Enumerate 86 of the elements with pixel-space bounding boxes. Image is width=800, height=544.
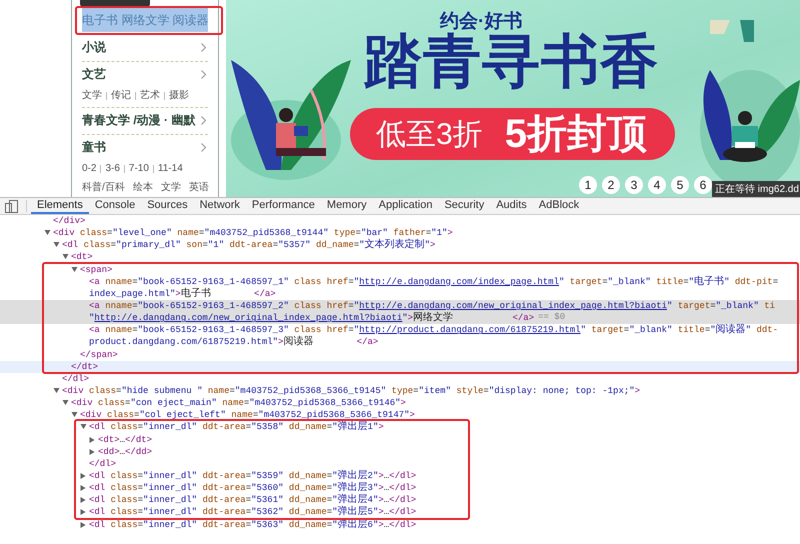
dom-node-line[interactable]: index_page.html">电子书 </a> — [89, 288, 276, 300]
console-reference: == $0 — [538, 311, 566, 324]
dom-node-line[interactable]: <dl class="inner_dl" ddt-area="5360" dd_name="弹出层3">…</dl> — [89, 482, 416, 494]
dom-node-line[interactable]: <dl class="inner_dl" ddt-area="5359" dd_name="弹出层2">…</dl> — [89, 470, 416, 482]
dom-node-line[interactable]: product.dangdang.com/61875219.html">阅读器 </a> — [89, 336, 378, 348]
subcategory-link[interactable]: 绘本 — [132, 180, 153, 195]
dom-node-line[interactable]: <dd>…</dd> — [98, 446, 152, 458]
dom-node-line[interactable]: <dt>…</dt> — [98, 434, 152, 446]
dom-node-line[interactable]: <a nname="book-65152-9163_1-468597_1" class href="http://e.dangdang.com/index_page.html" target="_blank" title="电子书" ddt-pit= — [89, 276, 778, 288]
devtools-tab[interactable]: Security — [438, 198, 490, 214]
devtools-tab[interactable]: Audits — [490, 198, 533, 214]
carousel-page-dot[interactable]: 3 — [625, 176, 643, 194]
hovered-row[interactable]: </dt> — [0, 360, 800, 373]
devtools-tab[interactable]: Memory — [320, 198, 373, 214]
device-toggle-icon[interactable] — [5, 200, 18, 213]
dom-node-line[interactable]: <span> — [80, 264, 112, 276]
subcategory-link[interactable]: 科普/百科 — [82, 180, 125, 195]
dom-node-line[interactable]: <div class="col eject_left" name="m403752_pid5368_5366_t9147"> — [80, 409, 415, 422]
loading-status-tooltip: 正在等待 img62.dd — [712, 181, 800, 197]
dom-node-line[interactable]: <div class="hide submenu " name="m403752_pid5368_5366_t9145" type="item" style="display: none; top: -1px;"> — [62, 385, 640, 398]
collapsed-triangle-icon[interactable] — [80, 509, 87, 516]
dom-closing-tag[interactable]: </dt> — [71, 360, 98, 373]
expanded-triangle-icon[interactable] — [44, 230, 51, 236]
dom-node-line[interactable]: </div> — [53, 215, 86, 228]
dom-closing-tag[interactable]: </span> — [80, 348, 118, 361]
subcategory-link[interactable]: 11-14 — [158, 161, 183, 176]
devtools-tab[interactable]: Network — [194, 198, 246, 214]
subcategory-link[interactable]: 7-10 — [128, 161, 149, 176]
banner-tagline: 约会·好书 — [440, 10, 522, 32]
category-link[interactable]: 童书 — [82, 138, 106, 156]
collapsed-triangle-icon[interactable] — [89, 448, 96, 455]
subcategory-link[interactable]: 传记 — [111, 88, 131, 103]
devtools-tab[interactable]: Sources — [141, 198, 194, 214]
devtools-tab[interactable]: Performance — [246, 198, 321, 214]
carousel-page-dot[interactable]: 2 — [602, 176, 620, 194]
carousel-page-dot[interactable]: 6 — [694, 176, 712, 194]
dom-node-line[interactable]: "http://e.dangdang.com/new_original_index_page.html?biaoti">网络文学 </a> — [89, 312, 534, 324]
promo-banner[interactable]: 约会·好书 踏青寻书香 低至3折 5折封顶 1 2 3 4 5 6 正在等待 img62.dd — [226, 0, 800, 197]
expanded-triangle-icon[interactable] — [53, 242, 60, 248]
subcategory-link[interactable]: 艺术 — [140, 88, 160, 103]
banner-headline: 踏青寻书香 — [364, 29, 659, 96]
dom-node-line[interactable]: <div class="con eject_main" name="m403752_pid5368_5366_t9146"> — [71, 397, 406, 410]
subcategory-link[interactable]: 文学 — [160, 180, 181, 195]
expanded-triangle-icon[interactable] — [71, 412, 78, 418]
collapsed-triangle-icon[interactable] — [80, 522, 87, 528]
carousel-page-dot[interactable]: 5 — [671, 176, 689, 194]
devtools-tab[interactable]: Application — [372, 198, 438, 214]
category-link[interactable]: 小说 — [82, 38, 106, 56]
chevron-right-icon — [201, 42, 206, 52]
discount-text: 低至3折 — [376, 116, 483, 152]
chevron-right-icon — [201, 70, 206, 78]
carousel-page-dot[interactable]: 4 — [648, 176, 666, 194]
dom-node-line[interactable]: <dl class="primary_dl" son="1" ddt-area="5357" dd_name="文本列表定制"> — [62, 239, 436, 252]
dom-closing-tag[interactable]: </dl> — [62, 372, 90, 385]
devtools-tab[interactable]: AdBlock — [532, 198, 586, 214]
dom-node-line[interactable]: <dl class="inner_dl" ddt-area="5361" dd_name="弹出层4">…</dl> — [89, 494, 416, 506]
collapsed-triangle-icon[interactable] — [80, 497, 87, 504]
carousel-page-dot[interactable]: 1 — [579, 176, 597, 194]
collapsed-triangle-icon[interactable] — [80, 485, 87, 492]
dom-node-line[interactable]: <dl class="inner_dl" ddt-area="5362" dd_name="弹出层5">…</dl> — [89, 506, 416, 518]
selected-node-highlight[interactable] — [0, 300, 800, 324]
expanded-triangle-icon[interactable] — [71, 266, 78, 273]
category-link[interactable]: 文艺 — [82, 65, 106, 83]
chevron-right-icon — [201, 142, 206, 152]
expanded-triangle-icon[interactable] — [62, 254, 69, 260]
collapsed-triangle-icon[interactable] — [80, 473, 87, 480]
subcategory-link[interactable]: 0-2 — [82, 161, 96, 176]
dom-node-line[interactable]: <div class="level_one" name="m403752_pid5368_t9144" type="bar" father="1"> — [53, 227, 453, 240]
dom-node-line[interactable]: <dt> — [71, 251, 93, 264]
dom-node-line[interactable]: <a nname="book-65152-9163_1-468597_2" class href="http://e.dangdang.com/new_original_index_page.html?biaoti" target="_blank" ti — [89, 300, 776, 312]
dom-closing-tag[interactable]: </dl> — [89, 458, 116, 470]
subcategory-link[interactable]: 文学 — [82, 88, 102, 103]
subcategory-link[interactable]: 摄影 — [169, 88, 189, 103]
chevron-right-icon — [201, 116, 206, 124]
dom-node-line[interactable]: <dl class="inner_dl" ddt-area="5358" dd_name="弹出层1"> — [89, 421, 384, 434]
expanded-triangle-icon[interactable] — [80, 424, 87, 430]
expanded-triangle-icon[interactable] — [53, 388, 60, 394]
expanded-triangle-icon[interactable] — [62, 400, 69, 406]
devtools-tab[interactable]: Elements — [31, 198, 89, 214]
category-link[interactable]: 青春文学 /动漫 · 幽默 — [82, 111, 196, 129]
devtools-tab[interactable]: Console — [88, 198, 142, 214]
subcategory-link[interactable]: 3-6 — [105, 161, 120, 176]
discount-cap-text: 5折封顶 — [504, 111, 647, 158]
dom-node-line[interactable]: <a nname="book-65152-9163_1-468597_3" class href="http://product.dangdang.com/61875219.html" target="_blank" title="阅读器" ddt- — [89, 324, 778, 336]
subcategory-link[interactable]: 英语 — [188, 180, 209, 195]
collapsed-triangle-icon[interactable] — [89, 436, 96, 443]
